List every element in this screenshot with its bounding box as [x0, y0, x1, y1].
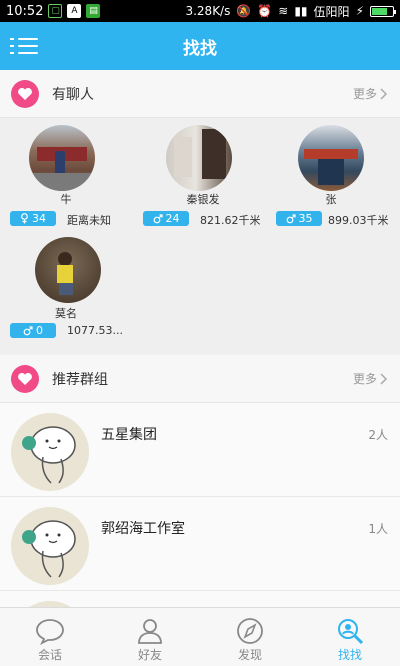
- avatar: [166, 125, 232, 191]
- signal-icon: ▮▮: [294, 4, 308, 18]
- page-title: 找找: [183, 38, 217, 59]
- notification-icon: A: [67, 4, 82, 18]
- avatar: [35, 237, 101, 303]
- distance-label: 821.62千米: [200, 214, 261, 227]
- group-name: 五星集团: [101, 427, 157, 443]
- chevron-right-icon: [380, 87, 388, 100]
- person-card[interactable]: 莫名 0 1077.53...: [0, 236, 132, 354]
- distance-label: 距离未知: [67, 214, 111, 227]
- alarm-icon: ⏰: [257, 4, 273, 18]
- gender-age-badge: 35: [276, 211, 322, 226]
- compass-icon: [237, 618, 263, 644]
- person-name: 张: [325, 193, 337, 206]
- male-icon: [286, 213, 296, 223]
- people-grid: 牛 34 距离未知 秦银发 24 821.62千米 张 35 899.03千米: [0, 118, 400, 354]
- avatar: [29, 125, 95, 191]
- charging-icon: ⚡: [355, 4, 364, 18]
- search-person-icon: [338, 619, 364, 645]
- tab-find[interactable]: 找找: [300, 608, 400, 666]
- person-card[interactable]: 秦银发 24 821.62千米: [133, 118, 265, 236]
- avatar: [298, 125, 364, 191]
- carrier-name: 伍阳阳: [313, 4, 350, 19]
- tab-friends[interactable]: 好友: [100, 608, 200, 666]
- person-name: 莫名: [55, 307, 77, 320]
- male-icon: [23, 325, 33, 335]
- status-time: 10:52: [6, 3, 44, 19]
- member-count: 1人: [368, 522, 388, 536]
- person-card[interactable]: 张 35 899.03千米: [266, 118, 398, 236]
- group-item[interactable]: 郭绍海工作室 1人: [0, 497, 400, 591]
- gender-age-badge: 0: [10, 323, 56, 338]
- group-name: 郭绍海工作室: [101, 521, 185, 537]
- bottom-nav: 会话 好友 发现 找找: [0, 607, 400, 666]
- distance-label: 899.03千米: [328, 214, 389, 227]
- heart-icon: [11, 364, 39, 393]
- network-speed: 3.28K/s: [185, 4, 231, 18]
- gender-age-badge: 24: [143, 211, 189, 226]
- title-bar: 找找: [0, 22, 400, 70]
- tab-chat[interactable]: 会话: [0, 608, 100, 666]
- wifi-icon: ≋: [278, 4, 289, 18]
- male-icon: [153, 213, 163, 223]
- more-button[interactable]: 更多: [353, 370, 388, 387]
- group-avatar: [11, 507, 89, 585]
- section-title: 推荐群组: [52, 371, 108, 388]
- more-button[interactable]: 更多: [353, 85, 388, 102]
- groups-section-header: 推荐群组 更多: [0, 355, 400, 403]
- group-item[interactable]: 五星集团 2人: [0, 403, 400, 497]
- person-name: 秦银发: [186, 193, 220, 206]
- tab-discover[interactable]: 发现: [200, 608, 300, 666]
- member-count: 2人: [368, 428, 388, 442]
- person-name: 牛: [60, 193, 72, 206]
- notification-icon: ▤: [86, 4, 101, 18]
- heart-icon: [11, 79, 39, 108]
- chevron-right-icon: [380, 372, 388, 385]
- battery-icon: [370, 5, 396, 17]
- female-icon: [21, 213, 28, 224]
- section-title: 有聊人: [52, 86, 94, 103]
- gender-age-badge: 34: [10, 211, 56, 226]
- friends-icon: [138, 619, 162, 644]
- notification-icon: ▢: [48, 4, 63, 18]
- status-bar: 10:52 ▢ A ▤ 3.28K/s 🔕 ⏰ ≋ ▮▮ 伍阳阳 ⚡: [0, 0, 400, 22]
- distance-label: 1077.53...: [67, 324, 123, 337]
- menu-icon[interactable]: [10, 34, 38, 58]
- person-card[interactable]: 牛 34 距离未知: [0, 118, 132, 236]
- chat-icon: [36, 619, 64, 645]
- group-avatar: [11, 413, 89, 491]
- mute-icon: 🔕: [236, 4, 252, 18]
- nearby-section-header: 有聊人 更多: [0, 70, 400, 118]
